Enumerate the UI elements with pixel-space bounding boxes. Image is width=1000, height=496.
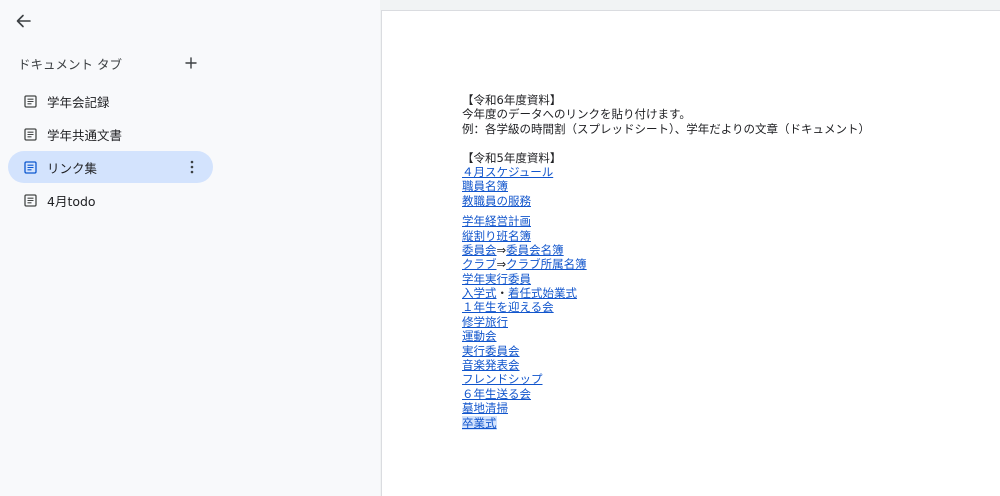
tab-label: 4月todo: [47, 193, 96, 209]
link-club[interactable]: クラブ: [462, 257, 497, 271]
add-tab-button[interactable]: [182, 54, 200, 72]
document-icon: [23, 127, 37, 141]
document-body[interactable]: 【令和6年度資料】 今年度のデータへのリンクを貼り付けます。 例：各学級の時間割…: [462, 93, 870, 430]
link-jikkou-iinkai[interactable]: 実行委員会: [462, 344, 520, 358]
link-chakuninshiki-shigyoushiki[interactable]: 着任式始業式: [508, 286, 577, 300]
tab-item-link-shuu[interactable]: リンク集: [8, 151, 213, 183]
r6-description: 今年度のデータへのリンクを貼り付けます。: [462, 107, 691, 122]
document-icon: [23, 160, 37, 174]
document-page[interactable]: 【令和6年度資料】 今年度のデータへのリンクを貼り付けます。 例：各学級の時間割…: [381, 10, 1000, 496]
link-nyuugakushiki[interactable]: 入学式: [462, 286, 497, 300]
link-shokuin-meibo[interactable]: 職員名簿: [462, 179, 508, 193]
arrow-symbol: ⇒: [496, 257, 507, 272]
r6-heading: 【令和6年度資料】: [462, 93, 562, 107]
document-icon: [23, 193, 37, 207]
plus-icon: [185, 57, 197, 69]
tab-options-button[interactable]: [183, 156, 201, 178]
link-shuugaku-ryokou[interactable]: 修学旅行: [462, 315, 508, 329]
link-friendship[interactable]: フレンドシップ: [462, 372, 543, 386]
tab-label: 学年共通文書: [47, 127, 123, 143]
tabs-header: ドキュメント タブ: [18, 54, 200, 72]
tab-item-gakunen-kyoutsuu-bunsho[interactable]: 学年共通文書: [8, 118, 213, 150]
tab-label: 学年会記録: [47, 94, 110, 110]
arrow-back-icon: [16, 14, 31, 28]
more-vert-icon: [190, 160, 194, 174]
link-bochi-seisou[interactable]: 墓地清掃: [462, 401, 508, 415]
link-club-shozoku-meibo[interactable]: クラブ所属名簿: [506, 257, 587, 271]
link-undoukai[interactable]: 運動会: [462, 329, 497, 343]
tab-item-gakunenkai-kiroku[interactable]: 学年会記録: [8, 85, 213, 117]
tabs-header-label: ドキュメント タブ: [18, 56, 122, 72]
r5-heading: 【令和5年度資料】: [462, 150, 562, 165]
link-iinkai-meibo[interactable]: 委員会名簿: [506, 243, 564, 257]
link-iinkai[interactable]: 委員会: [462, 243, 497, 257]
arrow-symbol: ⇒: [496, 242, 507, 257]
document-icon: [23, 94, 37, 108]
tab-label: リンク集: [47, 160, 98, 176]
r6-example: 例：各学級の時間割（スプレッドシート）、学年だよりの文章（ドキュメント）: [462, 121, 871, 136]
link-ongaku-happyoukai[interactable]: 音楽発表会: [462, 358, 520, 372]
link-1nensei-mukaeru-kai[interactable]: １年生を迎える会: [462, 300, 554, 314]
link-kyoushokuin-fukumu[interactable]: 教職員の服務: [462, 194, 531, 208]
link-4gatsu-schedule[interactable]: ４月スケジュール: [462, 165, 553, 179]
link-tatewari-han-meibo[interactable]: 縦割り班名簿: [462, 229, 531, 243]
separator-dot: ・: [496, 286, 509, 301]
link-sotsugyoushiki[interactable]: 卒業式: [462, 415, 497, 430]
link-gakunen-jikkou-iin[interactable]: 学年実行委員: [462, 272, 531, 286]
back-button[interactable]: [10, 9, 36, 33]
link-gakunen-keiei-keikaku[interactable]: 学年経営計画: [462, 214, 531, 228]
link-6nensei-okuru-kai[interactable]: ６年生送る会: [462, 387, 531, 401]
document-tabs-sidebar: ドキュメント タブ 学年会記録 学年共通文書 リンク集 4月todo: [0, 0, 380, 496]
tab-item-4gatsu-todo[interactable]: 4月todo: [8, 184, 213, 216]
